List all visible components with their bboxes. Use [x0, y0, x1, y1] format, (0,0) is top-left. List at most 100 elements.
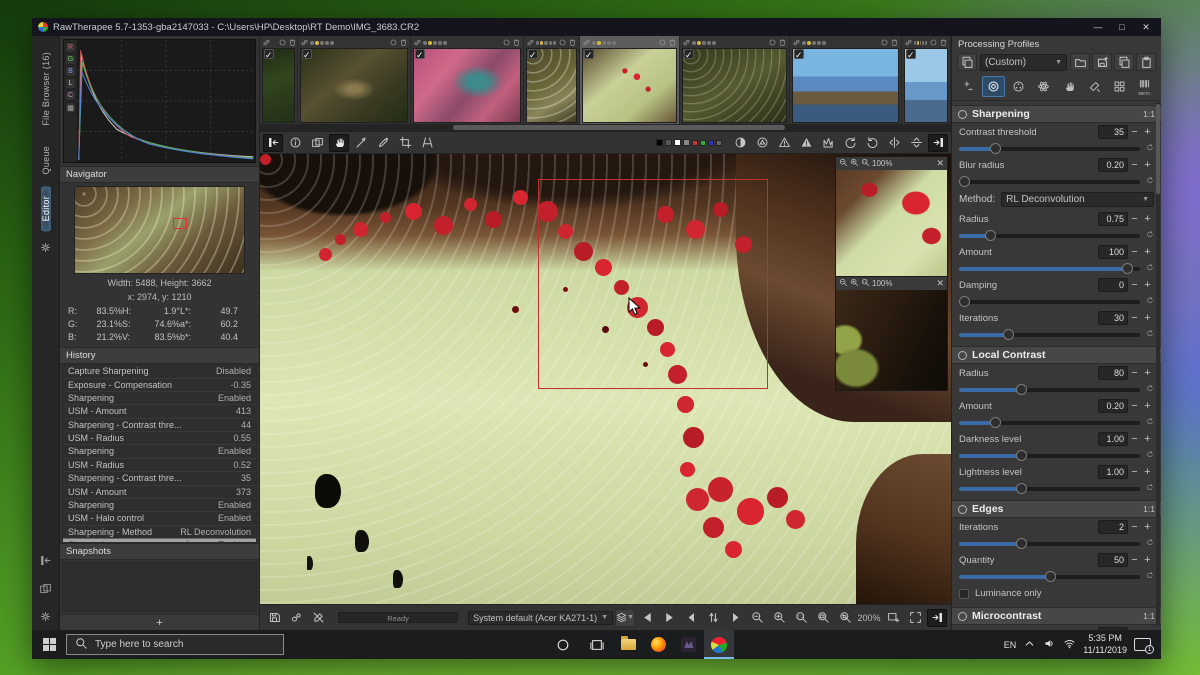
- rank-star-icon[interactable]: [817, 41, 821, 45]
- reset-icon[interactable]: [1140, 176, 1154, 188]
- histogram-luma-toggle[interactable]: L: [65, 78, 76, 89]
- locallab-tab[interactable]: [1083, 76, 1106, 97]
- history-row[interactable]: Capture SharpeningDisabled: [63, 365, 256, 378]
- slider-value-box[interactable]: 0.75: [1098, 212, 1128, 226]
- profile-select[interactable]: (Custom)▼: [980, 54, 1067, 71]
- slider-knob[interactable]: [1016, 450, 1027, 461]
- increment-button[interactable]: +: [1141, 401, 1154, 412]
- rank-star-icon[interactable]: [925, 41, 927, 45]
- detail-window-2[interactable]: 1:1100%✕: [835, 276, 948, 391]
- slider-value-box[interactable]: 35: [1098, 125, 1128, 139]
- rank-star-icon[interactable]: [540, 41, 543, 45]
- taskbar-search-input[interactable]: Type here to search: [66, 634, 284, 655]
- increment-button[interactable]: +: [1141, 214, 1154, 225]
- history-row[interactable]: USM - Amount413: [63, 405, 256, 418]
- slider-value-box[interactable]: 0.20: [1098, 158, 1128, 172]
- previous-image-icon[interactable]: [681, 609, 701, 627]
- slider-track[interactable]: [959, 388, 1140, 392]
- zoom-fit-icon[interactable]: [813, 609, 833, 627]
- rank-star-icon[interactable]: [433, 41, 437, 45]
- detail-close-icon[interactable]: ✕: [936, 158, 944, 169]
- gamut-check-icon[interactable]: [752, 134, 772, 152]
- save-image-icon[interactable]: [264, 609, 284, 627]
- increment-button[interactable]: +: [1141, 127, 1154, 138]
- rank-star-icon[interactable]: [597, 41, 601, 45]
- bg-swatch[interactable]: [656, 139, 663, 146]
- slider-knob[interactable]: [1045, 571, 1056, 582]
- slider-value-box[interactable]: 1.00: [1098, 465, 1128, 479]
- slider-track[interactable]: [959, 333, 1140, 337]
- slider-value-box[interactable]: 50: [1098, 553, 1128, 567]
- edit-external-icon[interactable]: [308, 609, 328, 627]
- slider-track[interactable]: [959, 575, 1140, 579]
- bg-swatch[interactable]: [700, 140, 706, 146]
- transform-tab[interactable]: [1058, 76, 1081, 97]
- filmstrip-scrollbar[interactable]: [260, 124, 951, 131]
- rank-star-icon[interactable]: [822, 41, 826, 45]
- volume-icon[interactable]: [1043, 637, 1056, 652]
- slider-knob[interactable]: [1016, 483, 1027, 494]
- shadow-clipping-icon[interactable]: [774, 134, 794, 152]
- reset-icon[interactable]: [1140, 571, 1154, 583]
- metadata-tab[interactable]: META: [1133, 76, 1156, 97]
- detail-zoom-minus-icon[interactable]: [839, 278, 848, 289]
- section-header-sharpening[interactable]: Sharpening1:1: [952, 105, 1161, 123]
- reset-icon[interactable]: [1140, 230, 1154, 242]
- image-preview-area[interactable]: 1:1100%✕ 1:1100%✕: [260, 154, 951, 604]
- detail-zoom-minus-icon[interactable]: [839, 158, 848, 169]
- tab-file-browser[interactable]: File Browser (16): [41, 44, 51, 134]
- before-view-icon[interactable]: [637, 609, 657, 627]
- filmstrip-thumbnail[interactable]: ✓: [680, 36, 790, 124]
- rank-star-icon[interactable]: [807, 41, 811, 45]
- increment-button[interactable]: +: [1141, 313, 1154, 324]
- save-profile-icon[interactable]: [1092, 53, 1112, 71]
- increment-button[interactable]: +: [1141, 247, 1154, 258]
- dock-right-panel-icon[interactable]: [927, 609, 947, 627]
- soft-proofing-icon[interactable]: [730, 134, 750, 152]
- rank-star-icon[interactable]: [536, 41, 539, 45]
- detail-zoom-11-icon[interactable]: 1:1: [861, 278, 870, 289]
- reset-icon[interactable]: [1140, 450, 1154, 462]
- hand-tool-icon[interactable]: [329, 134, 349, 152]
- rank-star-icon[interactable]: [922, 41, 924, 45]
- reset-icon[interactable]: [1140, 483, 1154, 495]
- zoom-out-icon[interactable]: [747, 609, 767, 627]
- rank-star-icon[interactable]: [443, 41, 447, 45]
- slider-knob[interactable]: [990, 143, 1001, 154]
- rank-star-icon[interactable]: [544, 41, 547, 45]
- flip-vertical-icon[interactable]: [906, 134, 926, 152]
- decrement-button[interactable]: −: [1128, 247, 1141, 258]
- slider-knob[interactable]: [959, 296, 970, 307]
- slider-value-box[interactable]: 0.20: [1098, 399, 1128, 413]
- reset-icon[interactable]: [1140, 263, 1154, 275]
- rank-star-icon[interactable]: [917, 41, 919, 45]
- slider-track[interactable]: [959, 454, 1140, 458]
- history-row[interactable]: SharpeningEnabled: [63, 499, 256, 512]
- filmstrip-scroll-thumb[interactable]: [453, 125, 785, 130]
- histogram-profile-icon[interactable]: [818, 134, 838, 152]
- perspective-tool-icon[interactable]: [417, 134, 437, 152]
- task-view-button[interactable]: [580, 630, 614, 659]
- minimize-button[interactable]: —: [1087, 22, 1109, 33]
- slider-value-box[interactable]: 2: [1098, 520, 1128, 534]
- slider-track[interactable]: [959, 234, 1140, 238]
- histogram-chroma-toggle[interactable]: C: [65, 90, 76, 101]
- rotate-cw-icon[interactable]: [862, 134, 882, 152]
- after-view-icon[interactable]: [659, 609, 679, 627]
- detail-zoom-plus-icon[interactable]: [850, 158, 859, 169]
- rank-star-icon[interactable]: [692, 41, 696, 45]
- rank-star-icon[interactable]: [428, 41, 432, 45]
- rank-star-icon[interactable]: [612, 41, 616, 45]
- thumbnail-image[interactable]: ✓: [526, 48, 577, 123]
- slider-track[interactable]: [959, 300, 1140, 304]
- send-to-queue-icon[interactable]: [286, 609, 306, 627]
- decrement-button[interactable]: −: [1128, 214, 1141, 225]
- rank-star-icon[interactable]: [812, 41, 816, 45]
- detail-zoom-11-icon[interactable]: 1:1: [861, 158, 870, 169]
- decrement-button[interactable]: −: [1128, 467, 1141, 478]
- cortana-button[interactable]: [546, 630, 580, 659]
- decrement-button[interactable]: −: [1128, 522, 1141, 533]
- slider-track[interactable]: [959, 147, 1140, 151]
- thumbnail-image[interactable]: ✓: [792, 48, 899, 123]
- slider-knob[interactable]: [1003, 329, 1014, 340]
